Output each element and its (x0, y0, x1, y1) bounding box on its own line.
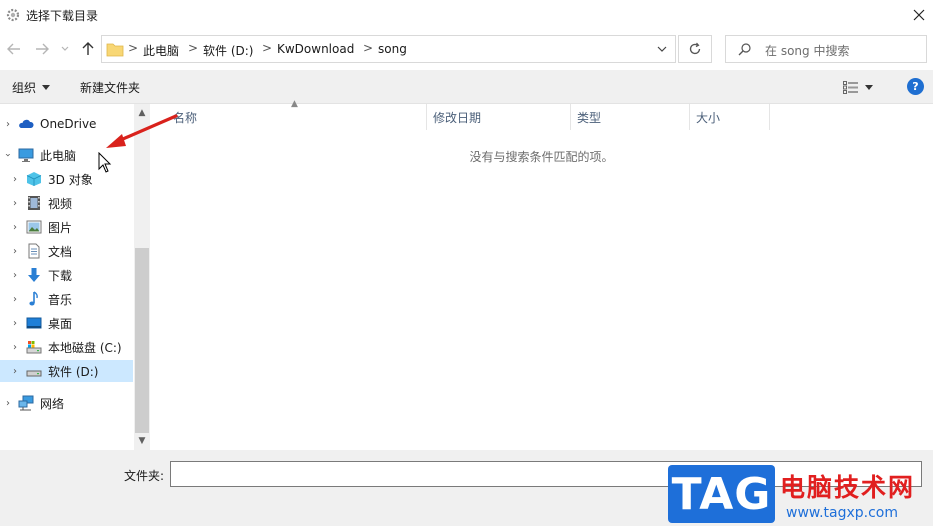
breadcrumb-separator: > (262, 41, 273, 55)
breadcrumb-song[interactable]: song (378, 42, 407, 56)
nav-item-pictures[interactable]: › 图片 (0, 216, 133, 238)
cursor-pointer-icon (98, 152, 112, 173)
chevron-right-icon[interactable]: › (10, 318, 20, 329)
back-button[interactable] (4, 38, 24, 60)
chevron-right-icon[interactable]: › (10, 342, 20, 353)
breadcrumb-drive-d[interactable]: 软件 (D:) (203, 42, 253, 59)
breadcrumb-separator: > (128, 41, 139, 55)
details-view-icon (843, 80, 858, 94)
organize-label: 组织 (12, 81, 37, 95)
column-header-type[interactable]: 类型 (571, 104, 690, 130)
breadcrumb-this-pc[interactable]: 此电脑 (143, 42, 179, 59)
picture-icon (26, 220, 42, 234)
watermark-logo: TAG (668, 465, 775, 523)
nav-scrollbar-thumb[interactable] (135, 248, 149, 433)
arrow-up-icon (82, 42, 94, 55)
nav-item-videos[interactable]: › 视频 (0, 192, 133, 214)
recent-locations-button[interactable] (58, 38, 72, 60)
chevron-right-icon[interactable]: › (3, 119, 13, 130)
caret-down-icon (42, 85, 51, 90)
drive-c-icon (26, 341, 42, 354)
window-title: 选择下载目录 (26, 9, 99, 23)
chevron-right-icon[interactable]: › (10, 366, 20, 377)
gear-icon (6, 8, 20, 22)
search-icon (738, 43, 751, 56)
nav-item-label: OneDrive (40, 117, 97, 131)
help-button[interactable]: ? (907, 78, 924, 95)
chevron-right-icon[interactable]: › (10, 222, 20, 233)
download-icon (28, 268, 40, 282)
organize-button[interactable]: 组织 (12, 79, 51, 96)
new-folder-button[interactable]: 新建文件夹 (80, 79, 140, 96)
nav-item-drive-c[interactable]: › 本地磁盘 (C:) (0, 336, 133, 358)
nav-item-label: 文档 (48, 244, 73, 259)
nav-item-documents[interactable]: › 文档 (0, 240, 133, 262)
column-header-size[interactable]: 大小 (690, 104, 770, 130)
video-icon (28, 196, 40, 210)
drive-d-icon (26, 370, 42, 377)
nav-item-drive-d[interactable]: › 软件 (D:) (0, 360, 133, 382)
close-icon (913, 9, 925, 21)
chevron-right-icon[interactable]: › (10, 198, 20, 209)
search-placeholder: 在 song 中搜索 (765, 44, 850, 58)
nav-item-label: 音乐 (48, 292, 73, 307)
watermark-text: 电脑技术网 (780, 473, 916, 502)
nav-item-label: 3D 对象 (48, 172, 93, 187)
watermark-url: www.tagxp.com (786, 505, 898, 521)
breadcrumb-separator: > (188, 41, 199, 55)
nav-item-label: 软件 (D:) (48, 364, 99, 379)
arrow-right-icon (36, 43, 49, 55)
nav-item-label: 本地磁盘 (C:) (48, 340, 122, 355)
up-button[interactable] (78, 38, 98, 60)
nav-item-music[interactable]: › 音乐 (0, 288, 133, 310)
nav-item-3d-objects[interactable]: › 3D 对象 (0, 168, 133, 190)
cube-3d-icon (26, 172, 42, 186)
nav-item-desktop[interactable]: › 桌面 (0, 312, 133, 334)
close-button[interactable] (906, 2, 932, 28)
desktop-icon (26, 317, 42, 329)
nav-item-label: 图片 (48, 220, 73, 235)
nav-item-label: 视频 (48, 196, 73, 211)
chevron-right-icon[interactable]: › (10, 174, 20, 185)
column-header-name[interactable]: 名称 (167, 104, 427, 130)
column-header-modified[interactable]: 修改日期 (427, 104, 571, 130)
nav-item-network[interactable]: › 网络 (0, 392, 133, 414)
chevron-down-icon (61, 46, 69, 51)
chevron-right-icon[interactable]: › (3, 398, 13, 409)
refresh-button[interactable] (678, 35, 712, 63)
chevron-right-icon[interactable]: › (10, 246, 20, 257)
cloud-icon (19, 119, 34, 128)
nav-item-label: 下载 (48, 268, 73, 283)
chevron-down-icon (657, 46, 667, 52)
folder-icon (106, 43, 124, 57)
nav-item-label: 网络 (40, 396, 65, 411)
breadcrumb-kwdownload[interactable]: KwDownload (277, 42, 354, 56)
nav-item-label: 桌面 (48, 316, 73, 331)
change-view-button[interactable] (843, 78, 879, 96)
folder-field-label: 文件夹: (124, 469, 165, 483)
caret-down-icon (865, 84, 873, 90)
title-bar (0, 0, 933, 30)
nav-item-downloads[interactable]: › 下载 (0, 264, 133, 286)
arrow-left-icon (7, 43, 20, 55)
network-icon (18, 395, 34, 411)
chevron-right-icon[interactable]: › (10, 294, 20, 305)
breadcrumb-separator: > (363, 41, 374, 55)
document-icon (28, 243, 40, 259)
annotation-arrow-icon (106, 114, 178, 148)
chevron-right-icon[interactable]: › (10, 270, 20, 281)
scroll-down-icon[interactable]: ▼ (134, 434, 150, 448)
music-icon (29, 291, 38, 306)
forward-button[interactable] (32, 38, 52, 60)
refresh-icon (689, 42, 701, 55)
address-dropdown-button[interactable] (652, 38, 672, 60)
